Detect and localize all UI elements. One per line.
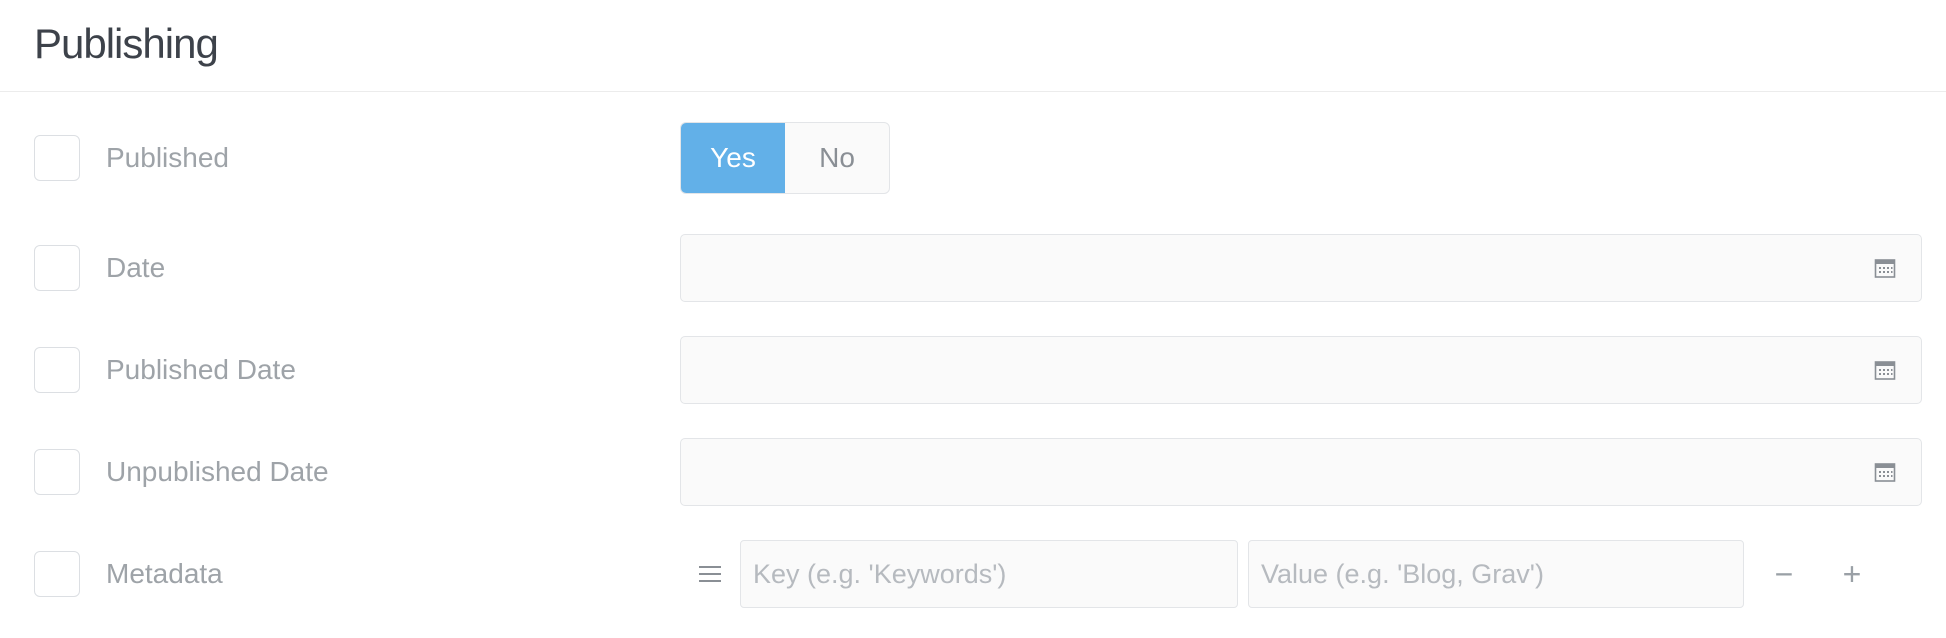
override-checkbox-unpublished-date[interactable] (34, 449, 80, 495)
override-checkbox-published[interactable] (34, 135, 80, 181)
field-row-published: Published Yes No (0, 122, 1946, 194)
published-no-option[interactable]: No (785, 123, 889, 193)
override-checkbox-published-date[interactable] (34, 347, 80, 393)
date-input[interactable] (680, 234, 1922, 302)
field-row-date: Date (0, 232, 1946, 304)
calendar-icon[interactable] (1874, 257, 1896, 279)
metadata-key-input[interactable] (740, 540, 1238, 608)
metadata-value-input[interactable] (1248, 540, 1744, 608)
drag-handle-icon[interactable] (698, 564, 722, 584)
metadata-add-button[interactable]: + (1834, 556, 1870, 592)
field-row-published-date: Published Date (0, 334, 1946, 406)
section-title: Publishing (34, 20, 219, 67)
field-row-metadata: Metadata − + (0, 538, 1946, 610)
section-header: Publishing (0, 0, 1946, 92)
field-label-published: Published (106, 142, 229, 173)
published-yes-option[interactable]: Yes (681, 123, 785, 193)
field-label-metadata: Metadata (106, 558, 223, 589)
override-checkbox-metadata[interactable] (34, 551, 80, 597)
field-label-published-date: Published Date (106, 354, 296, 385)
field-row-unpublished-date: Unpublished Date (0, 436, 1946, 508)
published-date-input[interactable] (680, 336, 1922, 404)
published-toggle: Yes No (680, 122, 890, 194)
override-checkbox-date[interactable] (34, 245, 80, 291)
unpublished-date-input[interactable] (680, 438, 1922, 506)
field-label-date: Date (106, 252, 166, 283)
calendar-icon[interactable] (1874, 359, 1896, 381)
metadata-remove-button[interactable]: − (1766, 556, 1802, 592)
field-label-unpublished-date: Unpublished Date (106, 456, 329, 487)
calendar-icon[interactable] (1874, 461, 1896, 483)
